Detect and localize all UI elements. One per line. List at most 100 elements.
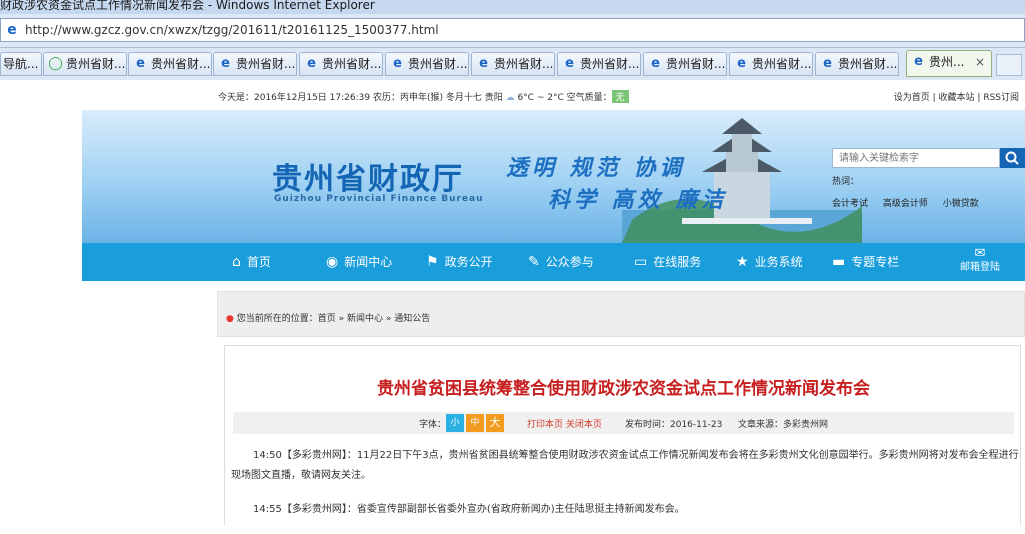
edit-icon: ✎ — [528, 254, 540, 270]
print-close-links[interactable]: 打印本页 关闭本页 — [527, 417, 602, 430]
tab-page[interactable]: e 贵州省财... — [299, 52, 383, 76]
monitor-icon: ▭ — [634, 254, 648, 270]
font-medium-button[interactable]: 中 — [466, 414, 484, 432]
nav-home[interactable]: ⌂ 首页 — [232, 243, 271, 281]
nav-online-service[interactable]: ▭ 在线服务 — [634, 243, 701, 281]
loading-icon: ◯ — [48, 56, 63, 71]
nav-business-system[interactable]: ★ 业务系统 — [736, 243, 803, 281]
tab-page[interactable]: e 贵州省财... — [557, 52, 641, 76]
ie-icon: e — [651, 56, 660, 71]
date-text: 今天是：2016年12月15日 17:26:39 农历：丙申年(猴) 冬月十七 … — [218, 93, 503, 103]
hot-word-link[interactable]: 小微贷款 — [943, 199, 979, 209]
main-nav: ⌂ 首页 ◉ 新闻中心 ⚑ 政务公开 ✎ 公众参与 ▭ 在线服务 ★ 业务系统 ▬ 专题专栏 … — [82, 243, 1025, 281]
tab-label: 贵州省财... — [752, 57, 812, 71]
article-source: 文章来源：多彩贵州网 — [738, 420, 829, 430]
publish-time: 发布时间：2016-11-23 — [625, 420, 723, 430]
tab-page[interactable]: ◯ 贵州省财... — [43, 52, 127, 76]
tab-page[interactable]: e 贵州省财... — [128, 52, 212, 76]
hot-word-link[interactable]: 高级会计师 — [883, 199, 928, 209]
search-input[interactable] — [833, 149, 999, 167]
nav-label: 新闻中心 — [344, 255, 393, 269]
target-icon: ◉ — [326, 254, 339, 270]
ie-icon: e — [823, 56, 832, 71]
rss-link[interactable]: RSS订阅 — [983, 93, 1019, 103]
hot-words: 会计考试 高级会计师 小微贷款 — [832, 196, 991, 209]
article-meta: 字体： 小 中 大 打印本页 关闭本页 发布时间：2016-11-23 文章来源… — [233, 412, 1014, 434]
slogan-line2: 科学 高效 廉洁 — [548, 187, 728, 213]
font-large-button[interactable]: 大 — [486, 414, 504, 432]
ie-icon: e — [393, 56, 402, 71]
tab-label: 贵州省财... — [408, 57, 468, 71]
temperature: 6°C ~ 2°C — [517, 93, 564, 103]
article: 贵州省贫困县统筹整合使用财政涉农资金试点工作情况新闻发布会 字体： 小 中 大 … — [224, 345, 1021, 525]
air-quality-badge: 无 — [611, 90, 629, 103]
tab-page[interactable]: e 贵州省财... — [213, 52, 297, 76]
tab-page[interactable]: e 贵州省财... — [815, 52, 899, 76]
nav-public-participation[interactable]: ✎ 公众参与 — [528, 243, 594, 281]
ie-icon: e — [307, 56, 316, 71]
home-icon: ⌂ — [232, 254, 241, 270]
ie-icon: e — [479, 56, 488, 71]
nav-label: 业务系统 — [754, 255, 803, 269]
tab-label: 贵州省财... — [838, 57, 898, 71]
close-tab-icon[interactable]: × — [975, 51, 985, 73]
article-body: 14:50【多彩贵州网】：11月22日下午3点，贵州省贫困县统筹整合使用财政涉农… — [231, 446, 1019, 534]
site-logo[interactable]: 贵州省财政厅 — [272, 154, 464, 198]
bookmark-link[interactable]: 收藏本站 — [939, 93, 975, 103]
tab-page[interactable]: e 贵州省财... — [643, 52, 727, 76]
tab-label: 贵州省财... — [66, 57, 126, 71]
tab-bar: 导航... ◯ 贵州省财... e 贵州省财... e 贵州省财... e 贵州省财..… — [0, 48, 1025, 80]
tab-page[interactable]: e 贵州省财... — [471, 52, 555, 76]
top-info-bar: 今天是：2016年12月15日 17:26:39 农历：丙申年(猴) 冬月十七 … — [82, 86, 1025, 108]
search-button[interactable] — [1000, 148, 1025, 168]
search-field[interactable] — [832, 148, 1000, 168]
ie-icon: e — [7, 22, 17, 38]
date-weather: 今天是：2016年12月15日 17:26:39 农历：丙申年(猴) 冬月十七 … — [218, 90, 629, 103]
article-paragraph: 14:55【多彩贵州网】：省委宣传部副部长省委外宣办(省政府新闻办)主任陆思挺主… — [253, 504, 685, 515]
url-field[interactable]: e http://www.gzcz.gov.cn/xwzx/tzgg/20161… — [0, 18, 1025, 42]
article-title: 贵州省贫困县统筹整合使用财政涉农资金试点工作情况新闻发布会 — [377, 379, 870, 399]
nav-label: 首页 — [246, 255, 271, 269]
font-small-button[interactable]: 小 — [446, 414, 464, 432]
cloud-icon: ☁ — [505, 93, 515, 103]
tab-navigation[interactable]: 导航... — [0, 52, 42, 76]
new-tab-button[interactable] — [996, 54, 1022, 76]
window-title: 财政涉农资金试点工作情况新闻发布会 - Windows Internet Exp… — [0, 0, 375, 12]
breadcrumb-path[interactable]: 您当前所在的位置：首页 » 新闻中心 » 通知公告 — [237, 314, 430, 324]
air-label: 空气质量： — [566, 93, 612, 103]
nav-government-affairs[interactable]: ⚑ 政务公开 — [426, 243, 493, 281]
font-size-label: 字体： — [419, 420, 447, 430]
slogan-line1: 透明 规范 协调 — [506, 155, 686, 181]
nav-mail-login[interactable]: ✉ 邮箱登陆 — [958, 247, 1002, 285]
tab-label: 贵州... — [929, 55, 965, 69]
site-logo-en: Guizhou Provincial Finance Bureau — [274, 194, 484, 204]
nav-news[interactable]: ◉ 新闻中心 — [326, 243, 392, 281]
breadcrumb-text[interactable]: ● 您当前所在的位置：首页 » 新闻中心 » 通知公告 — [226, 311, 430, 324]
search-icon — [1005, 151, 1019, 165]
breadcrumb: ● 您当前所在的位置：首页 » 新闻中心 » 通知公告 — [217, 291, 1025, 337]
nav-special-topics[interactable]: ▬ 专题专栏 — [832, 243, 899, 281]
tab-label: 贵州省财... — [666, 57, 726, 71]
url-text[interactable]: http://www.gzcz.gov.cn/xwzx/tzgg/201611/… — [25, 23, 439, 37]
top-links: 设为首页 | 收藏本站 | RSS订阅 — [893, 93, 1019, 103]
article-paragraph: 14:50【多彩贵州网】：11月22日下午3点，贵州省贫困县统筹整合使用财政涉农… — [231, 450, 1019, 481]
flag-icon: ⚑ — [426, 254, 439, 270]
ie-icon: e — [136, 56, 145, 71]
tab-active[interactable]: e 贵州... × — [906, 50, 992, 77]
ie-icon: e — [221, 56, 230, 71]
nav-label: 公众参与 — [545, 255, 594, 269]
nav-label: 邮箱登陆 — [960, 262, 1000, 273]
tab-label: 贵州省财... — [580, 57, 640, 71]
tab-page[interactable]: e 贵州省财... — [729, 52, 813, 76]
nav-label: 政务公开 — [444, 255, 493, 269]
tab-page[interactable]: e 贵州省财... — [385, 52, 469, 76]
set-homepage-link[interactable]: 设为首页 — [894, 93, 930, 103]
ie-icon: e — [737, 56, 746, 71]
window-titlebar: 财政涉农资金试点工作情况新闻发布会 - Windows Internet Exp… — [0, 0, 1025, 14]
tab-label: 贵州省财... — [494, 57, 554, 71]
tab-label: 贵州省财... — [236, 57, 296, 71]
site-banner: 贵州省财政厅 Guizhou Provincial Finance Bureau… — [82, 110, 1025, 243]
nav-label: 专题专栏 — [851, 255, 900, 269]
hot-word-link[interactable]: 会计考试 — [832, 199, 868, 209]
tab-label: 导航... — [3, 57, 39, 71]
